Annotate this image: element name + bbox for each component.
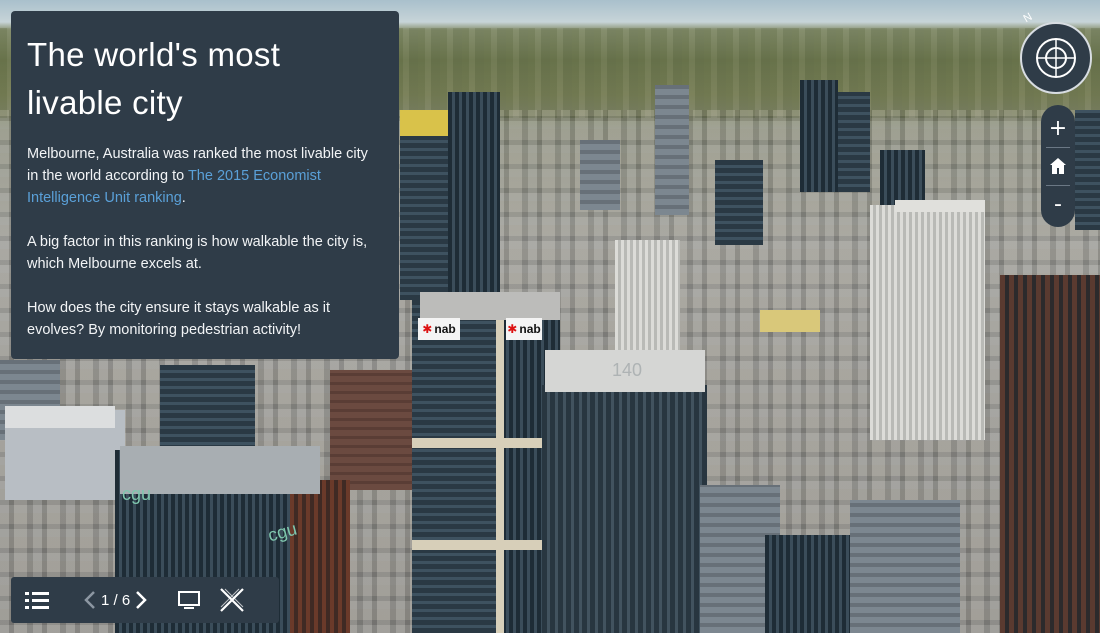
slide-list-button[interactable]: [25, 588, 49, 612]
panel-title: The world's most livable city: [27, 36, 281, 121]
panel-body: Melbourne, Australia was ranked the most…: [27, 143, 383, 341]
slide-pager: 1 / 6: [83, 588, 148, 612]
tower: [615, 240, 680, 350]
paragraph-2: A big factor in this ranking is how walk…: [27, 234, 368, 272]
present-button[interactable]: [176, 588, 202, 612]
previous-slide-button[interactable]: [83, 588, 97, 612]
building: [330, 370, 415, 490]
office-tower-140: [542, 385, 707, 633]
cgu-sign: cgu: [122, 484, 152, 504]
home-icon: [1050, 158, 1066, 174]
tower-top: [400, 110, 448, 136]
tower: [448, 92, 500, 297]
chevron-right-icon: [136, 591, 147, 609]
paragraph-1: Melbourne, Australia was ranked the most…: [27, 146, 368, 206]
zoom-out-button[interactable]: -: [1041, 187, 1075, 221]
nab-tower: [412, 300, 502, 633]
list-icon: [25, 592, 49, 609]
chevron-left-icon: [84, 591, 95, 609]
tower: [1000, 275, 1100, 633]
tower: [838, 92, 870, 192]
zoom-in-button[interactable]: +: [1041, 111, 1075, 145]
building: [760, 310, 820, 332]
monitor-icon: [178, 591, 201, 609]
compass-crosshair-icon: [1038, 40, 1074, 76]
compass-icon[interactable]: [1020, 22, 1092, 94]
home-button[interactable]: [1041, 149, 1075, 183]
building: [290, 480, 350, 633]
tower: [1075, 110, 1100, 230]
zoom-control: + -: [1041, 105, 1075, 227]
nab-sign: ✱ nab: [506, 318, 542, 340]
close-x-icon: [220, 588, 244, 612]
next-slide-button[interactable]: [134, 588, 148, 612]
tower: [655, 85, 689, 215]
white-skyscraper: [870, 205, 985, 440]
nab-sign: ✱ nab: [418, 318, 460, 340]
page-indicator: 1 / 6: [101, 591, 131, 609]
tower: [800, 80, 838, 192]
building: [160, 365, 255, 450]
tower: [400, 110, 450, 300]
rooftop-number: 140: [612, 360, 643, 380]
paragraph-3: How does the city ensure it stays walkab…: [27, 300, 331, 338]
story-panel: The world's most livable city Melbourne,…: [11, 11, 399, 359]
building: [850, 500, 960, 633]
nab-star-icon: ✱: [422, 322, 433, 336]
tower: [580, 140, 620, 210]
story-toolbar: 1 / 6: [11, 577, 279, 623]
close-tour-button[interactable]: [218, 586, 246, 614]
nab-star-icon: ✱: [507, 322, 518, 336]
tower: [715, 160, 763, 245]
